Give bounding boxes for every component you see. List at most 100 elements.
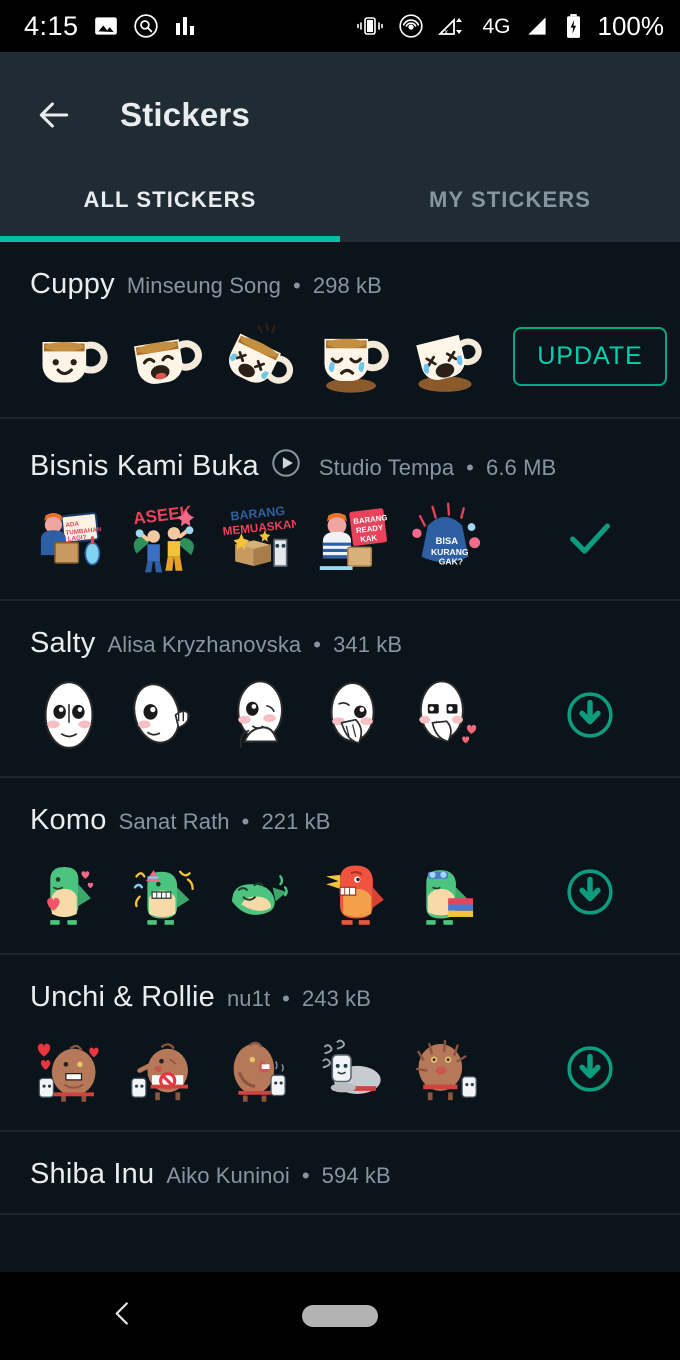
pack-author: Sanat Rath [118,809,230,834]
pack-title: Shiba Inu [30,1158,155,1190]
pack-size: 243 kB [301,986,372,1011]
tab-all-stickers-label: ALL STICKERS [83,187,257,212]
pack-separator: • [466,455,474,480]
pack-separator: • [313,632,322,657]
sticker-cup-tipping[interactable] [218,317,296,395]
svg-text:x: x [445,29,449,36]
vibrate-icon [357,17,384,35]
pack-action[interactable] [530,867,650,917]
sticker-cup-laughing[interactable] [124,317,202,395]
sticker-pack-list[interactable]: Cuppy Minseung Song • 298 kB UPDATE Bisn… [0,242,680,1272]
pack-title: Unchi & Rollie [30,981,215,1013]
pack-author: Alisa Kryzhanovska [107,632,302,657]
tab-bar: ALL STICKERS MY STICKERS [0,158,680,242]
sticker-dino-angry-red[interactable] [312,853,390,931]
pack-action[interactable] [530,1044,650,1094]
sticker-face-hearts[interactable] [406,676,484,754]
pack-separator: • [241,809,250,834]
signal-off-icon: x [438,17,463,36]
pack-size: 6.6 MB [485,455,557,480]
sticker-unchi-hearts[interactable] [30,1030,108,1108]
sticker-pack-row[interactable]: Komo Sanat Rath • 221 kB [0,778,680,955]
pack-thumbnails[interactable] [30,853,530,931]
sticker-pack-row[interactable]: Bisnis Kami Buka Studio Tempa • 6.6 MB A… [0,419,680,601]
sticker-dino-rolling[interactable] [218,853,296,931]
svg-text:GAK?: GAK? [439,557,463,567]
sticker-face-shy[interactable] [312,676,390,754]
sticker-face-waving[interactable] [124,676,202,754]
sticker-pack-row[interactable]: Shiba Inu Aiko Kuninoi • 594 kB [0,1132,680,1215]
bar-chart-icon [175,17,194,35]
svg-text:ADA: ADA [65,521,80,529]
pack-separator: • [282,986,290,1011]
pack-author: Aiko Kuninoi [166,1163,290,1188]
sticker-unchi-no-sign[interactable] [124,1030,202,1108]
arrow-left-icon [39,102,69,128]
phone-screen: 4:15 x 4G 100% Stickers ALL STICKERS MY … [0,0,680,1360]
sticker-unchi-shocked[interactable] [406,1030,484,1108]
pack-header: Cuppy Minseung Song • 298 kB [30,268,650,301]
sticker-cup-crying[interactable] [312,317,390,395]
tab-all-stickers[interactable]: ALL STICKERS [0,158,340,242]
pack-thumbnails[interactable] [30,676,530,754]
sticker-pack-row[interactable]: Unchi & Rollie nu1t • 243 kB [0,955,680,1132]
sticker-barang-memuaskan[interactable]: BARANG MEMUASKAN [218,499,296,577]
pack-title: Salty [30,627,96,659]
pack-size: 594 kB [321,1163,391,1188]
download-icon[interactable] [565,690,615,740]
pack-header: Bisnis Kami Buka Studio Tempa • 6.6 MB [30,445,650,483]
tab-my-stickers[interactable]: MY STICKERS [340,158,680,242]
sticker-cup-spilled[interactable] [406,317,484,395]
sticker-dino-party[interactable] [124,853,202,931]
pack-body [30,1030,650,1108]
pack-thumbnails[interactable] [30,317,530,395]
check-icon[interactable] [564,512,616,564]
sticker-face-thinking[interactable] [218,676,296,754]
signal-bars-icon [527,17,546,35]
app-bar-top: Stickers [0,72,680,158]
sticker-unchi-shouting[interactable] [218,1030,296,1108]
pack-title: Komo [30,804,107,836]
sticker-cup-smiling[interactable] [30,317,108,395]
status-time: 4:15 [24,10,79,41]
sticker-bisa-kurang-gak[interactable]: BISA KURANG GAK? [406,499,484,577]
pack-size: 221 kB [261,809,331,834]
sticker-dino-books[interactable] [406,853,484,931]
update-button[interactable]: UPDATE [513,326,667,386]
pack-action[interactable] [530,690,650,740]
pack-separator: • [301,1163,310,1188]
sticker-pack-row[interactable]: Salty Alisa Kryzhanovska • 341 kB [0,601,680,778]
back-button[interactable] [26,87,82,143]
pack-author: Studio Tempa [318,455,455,480]
nav-home-pill[interactable] [302,1305,378,1327]
chevron-left-icon [115,1302,128,1325]
photo-icon [94,17,117,35]
pack-action[interactable] [530,512,650,564]
app-bar: Stickers ALL STICKERS MY STICKERS [0,52,680,242]
pack-body [30,853,650,931]
download-icon[interactable] [565,1044,615,1094]
status-bar-right: x 4G 100% [356,13,664,39]
pack-thumbnails[interactable]: ADA TUMBAHAN LAGI? ASEEK BARANG MEMUASKA… [30,499,530,577]
search-circle-icon [133,14,158,38]
pack-body [30,676,650,754]
pack-header: Unchi & Rollie nu1t • 243 kB [30,981,650,1014]
battery-percent-label: 100% [597,11,665,41]
sticker-dino-love[interactable] [30,853,108,931]
pack-header: Shiba Inu Aiko Kuninoi • 594 kB [30,1158,650,1191]
pack-header: Komo Sanat Rath • 221 kB [30,804,650,837]
battery-charging-icon [566,14,580,38]
sticker-rollie-sleeping[interactable] [312,1030,390,1108]
sticker-ada-tumbahan-lagi[interactable]: ADA TUMBAHAN LAGI? [30,499,108,577]
download-icon[interactable] [565,867,615,917]
pack-action[interactable]: UPDATE [513,326,667,386]
pack-thumbnails[interactable] [30,1030,530,1108]
sticker-barang-ready-kak[interactable]: BARANG READY KAK [312,499,390,577]
sticker-pack-row[interactable]: Cuppy Minseung Song • 298 kB UPDATE [0,242,680,419]
nav-back-button[interactable] [108,1299,138,1334]
status-bar-left: 4:15 [24,10,197,41]
pack-size: 298 kB [312,273,382,298]
sticker-aseek[interactable]: ASEEK [124,499,202,577]
sticker-face-neutral[interactable] [30,676,108,754]
pack-author: nu1t [226,986,271,1011]
